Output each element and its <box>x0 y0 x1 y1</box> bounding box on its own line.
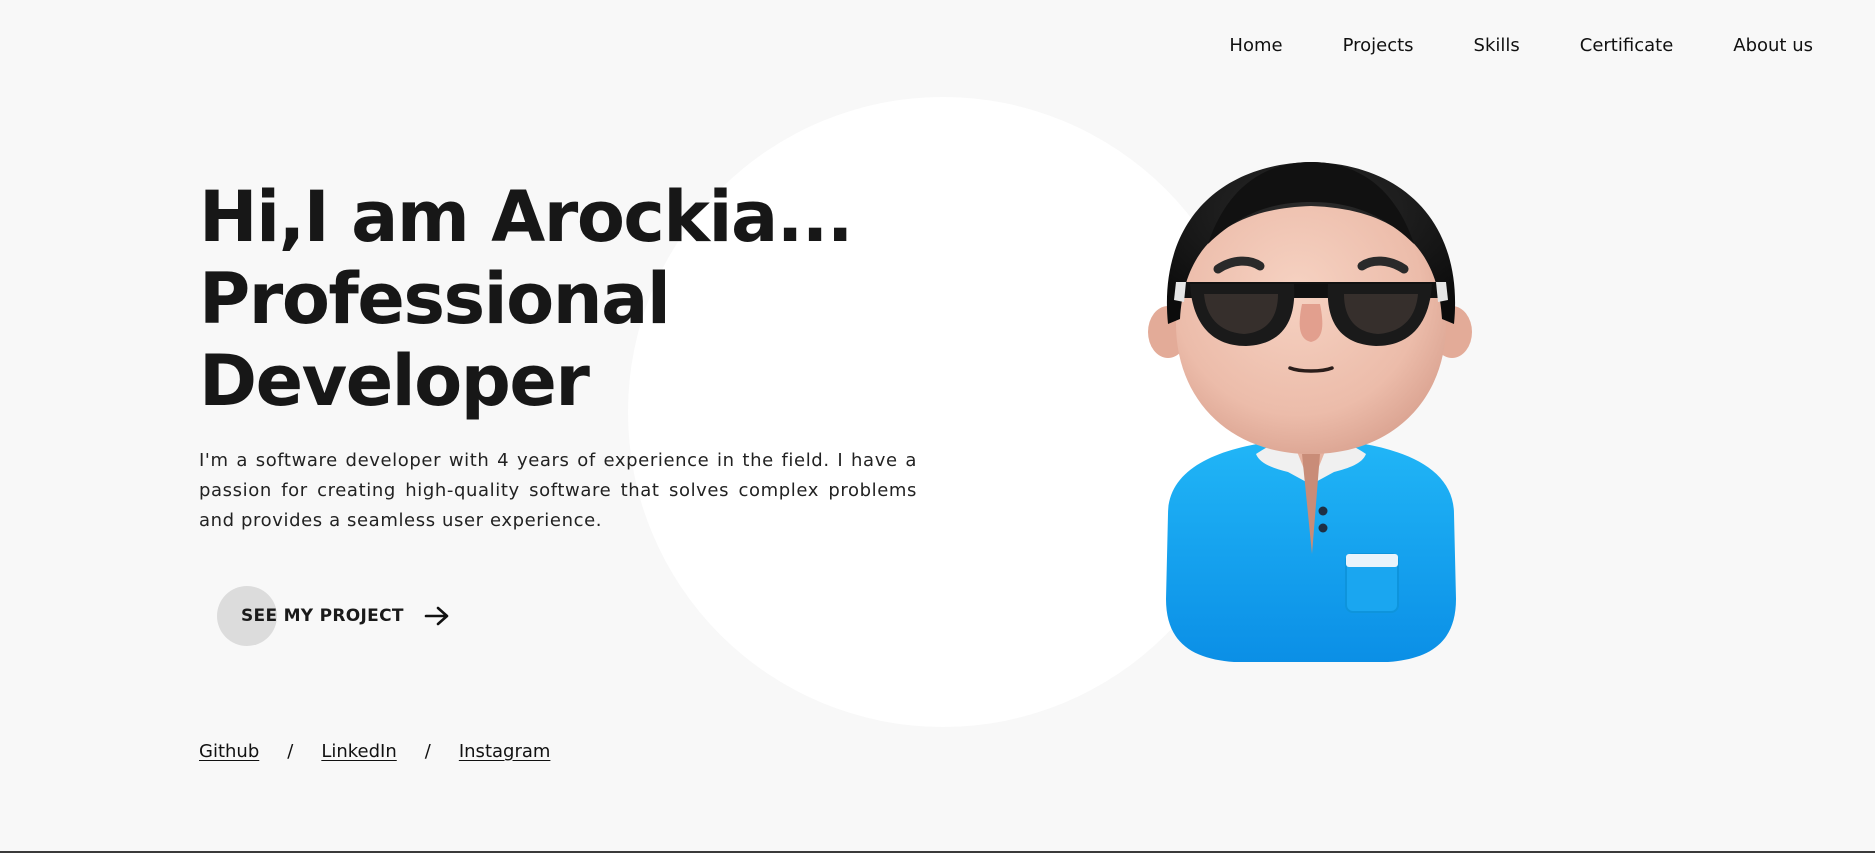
headline-line-3: Developer <box>199 340 590 422</box>
see-my-project-button[interactable]: SEE MY PROJECT <box>217 586 450 646</box>
arrow-right-icon <box>424 606 449 626</box>
nav-certificate[interactable]: Certificate <box>1580 34 1674 58</box>
cta-label: SEE MY PROJECT <box>241 606 404 626</box>
headline-line-1: Hi,I am Arockia... <box>199 176 853 258</box>
social-separator: / <box>424 741 431 762</box>
github-link[interactable]: Github <box>199 741 259 762</box>
top-nav: Home Projects Skills Certificate About u… <box>1169 34 1813 58</box>
nav-skills[interactable]: Skills <box>1474 34 1520 58</box>
nav-projects[interactable]: Projects <box>1343 34 1414 58</box>
social-separator: / <box>287 741 294 762</box>
page: Home Projects Skills Certificate About u… <box>0 0 1875 853</box>
developer-avatar-illustration <box>1148 162 1472 662</box>
hero-section: Hi,I am Arockia... Professional Develope… <box>199 176 939 536</box>
nav-home[interactable]: Home <box>1229 34 1282 58</box>
hero-headline: Hi,I am Arockia... Professional Develope… <box>199 176 939 422</box>
linkedin-link[interactable]: LinkedIn <box>321 741 396 762</box>
social-links: Github / LinkedIn / Instagram <box>199 741 550 762</box>
instagram-link[interactable]: Instagram <box>459 741 551 762</box>
headline-line-2: Professional <box>199 258 671 340</box>
nav-about-us[interactable]: About us <box>1733 34 1813 58</box>
hero-description: I'm a software developer with 4 years of… <box>199 450 917 531</box>
